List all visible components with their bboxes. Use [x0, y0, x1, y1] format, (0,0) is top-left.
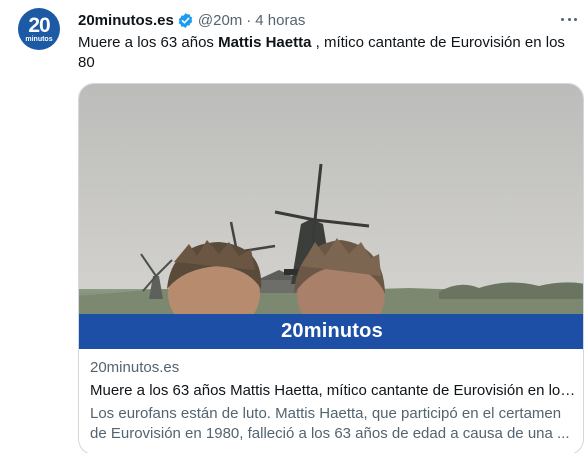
- more-dot: [574, 17, 577, 21]
- card-body: 20minutos.es Muere a los 63 años Mattis …: [90, 358, 576, 444]
- verified-badge-icon: [177, 12, 194, 29]
- avatar[interactable]: 20 minutos: [18, 8, 60, 50]
- tweet-text: Muere a los 63 años Mattis Haetta , míti…: [78, 33, 578, 73]
- card-description: Los eurofans están de luto. Mattis Haett…: [90, 405, 570, 442]
- tweet-text-start: Muere a los 63 años: [78, 34, 219, 51]
- tweet-text-highlight: Mattis Haetta: [218, 34, 312, 51]
- link-card[interactable]: 20minutos 20minutos.es Muere a los 63 añ…: [78, 83, 584, 453]
- avatar-logo-number: 20: [28, 13, 50, 37]
- more-dot: [561, 17, 564, 21]
- account-handle[interactable]: @20m: [198, 12, 242, 29]
- account-name[interactable]: 20minutos.es: [78, 12, 174, 29]
- more-options-icon[interactable]: [558, 11, 580, 27]
- separator-dot: ·: [246, 11, 252, 29]
- tweet[interactable]: 20 minutos 20minutos.es @20m · 4 horas M…: [0, 0, 584, 453]
- card-domain: 20minutos.es: [90, 359, 180, 376]
- card-image[interactable]: [79, 84, 583, 314]
- more-dot: [567, 17, 571, 21]
- tweet-timestamp[interactable]: 4 horas: [255, 12, 305, 29]
- card-photo: [79, 84, 583, 314]
- card-title[interactable]: Muere a los 63 años Mattis Haetta, mític…: [90, 381, 576, 401]
- avatar-logo-text: minutos: [25, 35, 53, 43]
- tweet-header: 20minutos.es @20m · 4 horas: [78, 10, 305, 30]
- card-brand-banner: 20minutos: [79, 314, 583, 349]
